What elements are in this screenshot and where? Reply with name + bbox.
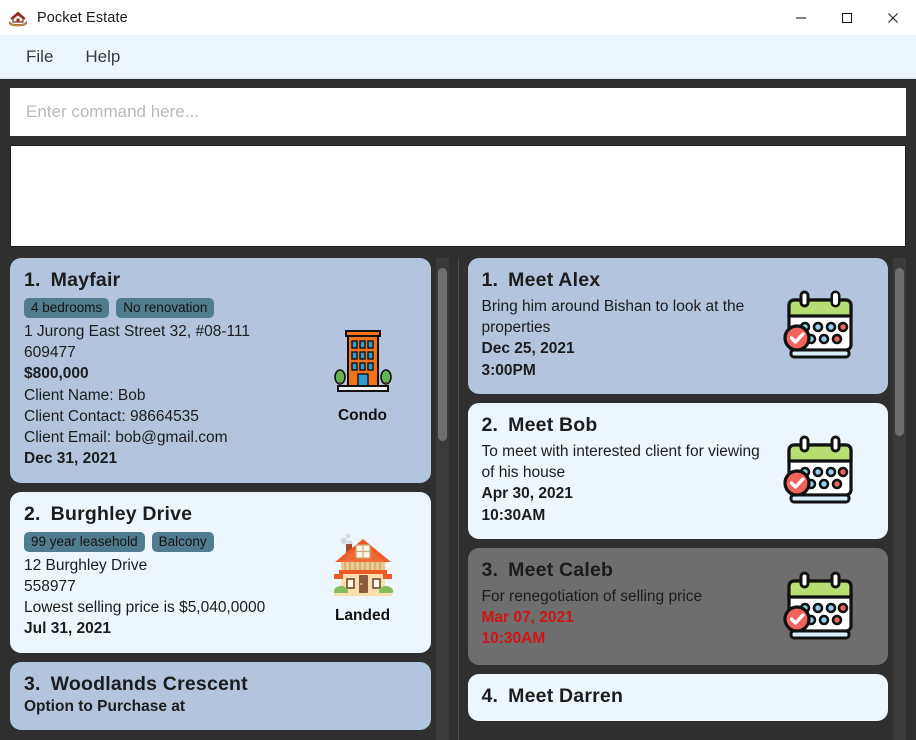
property-date: Dec 31, 2021 bbox=[24, 450, 118, 468]
menu-item-help[interactable]: Help bbox=[73, 43, 132, 71]
appointment-card-body: 2. Meet Bob To meet with interested clien… bbox=[482, 414, 767, 526]
property-title: 2. Burghley Drive bbox=[24, 503, 309, 526]
property-index: 1. bbox=[24, 269, 41, 291]
calendar-icon bbox=[777, 435, 863, 516]
appointment-title: 1. Meet Alex bbox=[482, 269, 767, 292]
property-card[interactable]: 2. Burghley Drive 99 year leasehold Balco… bbox=[10, 491, 431, 653]
property-index: 2. bbox=[24, 502, 41, 525]
menu-bar: File Help bbox=[0, 35, 916, 79]
property-card[interactable]: 1. Mayfair 4 bedrooms No renovation 1 Jur… bbox=[10, 258, 431, 483]
property-type-section: Condo bbox=[309, 269, 417, 470]
panels-container: 1. Mayfair 4 bedrooms No renovation 1 Jur… bbox=[10, 258, 906, 740]
appointments-scrollbar-thumb[interactable] bbox=[895, 267, 904, 437]
menu-item-file[interactable]: File bbox=[14, 43, 65, 71]
property-type-label: Condo bbox=[337, 407, 388, 425]
appointment-time: 10:30AM bbox=[481, 506, 546, 524]
appointment-title: 4. Meet Darren bbox=[482, 685, 875, 708]
minimize-button[interactable] bbox=[778, 0, 824, 35]
appointment-date: Mar 07, 2021 bbox=[481, 609, 574, 627]
property-tag: Balcony bbox=[151, 531, 214, 552]
property-title: 3. Woodlands Crescent bbox=[24, 673, 417, 696]
property-partial-line: Option to Purchase at bbox=[24, 697, 186, 715]
appointment-date: Apr 30, 2021 bbox=[481, 485, 573, 503]
property-tag-row: 99 year leasehold Balcony bbox=[24, 531, 309, 552]
property-card[interactable]: 3. Woodlands Crescent Option to Purchase … bbox=[10, 661, 431, 730]
appointment-time: 10:30AM bbox=[481, 630, 546, 648]
property-address-line2: 558977 bbox=[24, 577, 76, 595]
command-input[interactable] bbox=[10, 88, 906, 136]
appointment-index: 4. bbox=[481, 684, 499, 707]
property-date: Jul 31, 2021 bbox=[24, 620, 112, 638]
property-card-body: 1. Mayfair 4 bedrooms No renovation 1 Jur… bbox=[24, 269, 309, 470]
title-bar: Pocket Estate bbox=[0, 0, 916, 35]
appointment-index: 2. bbox=[481, 413, 499, 436]
appointment-index: 3. bbox=[481, 558, 499, 581]
property-name: Burghley Drive bbox=[50, 502, 193, 525]
window-title: Pocket Estate bbox=[37, 9, 128, 26]
appointment-index: 1. bbox=[481, 269, 499, 291]
condo-building-icon bbox=[332, 325, 394, 404]
property-name: Woodlands Crescent bbox=[50, 672, 248, 695]
property-title: 1. Mayfair bbox=[24, 269, 309, 292]
landed-house-icon bbox=[328, 529, 398, 604]
property-card-body: 3. Woodlands Crescent Option to Purchase … bbox=[24, 673, 417, 717]
appointment-card-body: 4. Meet Darren bbox=[482, 685, 875, 708]
calendar-icon bbox=[777, 290, 863, 371]
calendar-icon bbox=[777, 571, 863, 652]
property-address-line2: 609477 bbox=[24, 344, 76, 362]
property-name: Mayfair bbox=[50, 269, 121, 291]
appointment-description: To meet with interested client for viewi… bbox=[481, 442, 760, 482]
appointment-card-body: 3. Meet Caleb For renegotiation of sellin… bbox=[482, 559, 767, 652]
appointment-card[interactable]: 1. Meet Alex Bring him around Bishan to l… bbox=[467, 258, 888, 394]
appointment-card-list[interactable]: 1. Meet Alex Bring him around Bishan to l… bbox=[467, 258, 907, 740]
main-shell: 1. Mayfair 4 bedrooms No renovation 1 Jur… bbox=[0, 79, 916, 740]
property-tag: 99 year leasehold bbox=[24, 531, 145, 552]
property-card-list[interactable]: 1. Mayfair 4 bedrooms No renovation 1 Jur… bbox=[10, 258, 449, 740]
property-type-label: Landed bbox=[334, 607, 391, 625]
property-tag: No renovation bbox=[116, 298, 215, 318]
property-tag: 4 bedrooms bbox=[24, 298, 110, 318]
appointment-name: Meet Caleb bbox=[508, 558, 614, 581]
window-controls bbox=[778, 0, 916, 35]
appointment-name: Meet Alex bbox=[508, 269, 601, 291]
appointment-card[interactable]: 2. Meet Bob To meet with interested clien… bbox=[467, 402, 888, 539]
appointment-card[interactable]: 4. Meet Darren bbox=[467, 673, 888, 721]
property-index: 3. bbox=[24, 672, 41, 695]
appointment-title: 2. Meet Bob bbox=[482, 414, 767, 437]
appointments-scrollbar[interactable] bbox=[893, 258, 906, 740]
property-client-email: Client Email: bob@gmail.com bbox=[24, 429, 228, 447]
property-client-contact: Client Contact: 98664535 bbox=[24, 407, 199, 425]
appointment-name: Meet Darren bbox=[508, 684, 624, 707]
appointment-time: 3:00PM bbox=[481, 361, 536, 379]
appointments-panel: 1. Meet Alex Bring him around Bishan to l… bbox=[458, 258, 907, 740]
properties-scrollbar-thumb[interactable] bbox=[437, 267, 447, 442]
property-type-section: Landed bbox=[309, 503, 417, 640]
appointment-card-body: 1. Meet Alex Bring him around Bishan to l… bbox=[482, 269, 767, 381]
result-display-box bbox=[10, 145, 906, 247]
appointment-icon-section bbox=[766, 269, 874, 381]
appointment-icon-section bbox=[766, 559, 874, 652]
appointment-description: Bring him around Bishan to look at the p… bbox=[481, 298, 745, 337]
appointment-date: Dec 25, 2021 bbox=[481, 340, 575, 358]
appointment-card[interactable]: 3. Meet Caleb For renegotiation of sellin… bbox=[467, 547, 888, 665]
appointment-description: For renegotiation of selling price bbox=[481, 587, 703, 605]
property-card-body: 2. Burghley Drive 99 year leasehold Balco… bbox=[24, 503, 309, 640]
property-address-line1: 12 Burghley Drive bbox=[24, 556, 148, 574]
appointment-icon-section bbox=[766, 414, 874, 526]
maximize-button[interactable] bbox=[824, 0, 870, 35]
close-button[interactable] bbox=[870, 0, 916, 35]
property-tag-row: 4 bedrooms No renovation bbox=[24, 298, 309, 318]
property-client-name: Client Name: Bob bbox=[24, 386, 146, 404]
properties-scrollbar[interactable] bbox=[435, 258, 449, 740]
property-address-line1: 1 Jurong East Street 32, #08-111 bbox=[24, 323, 251, 340]
properties-panel: 1. Mayfair 4 bedrooms No renovation 1 Jur… bbox=[10, 258, 459, 740]
app-house-in-hand-icon bbox=[7, 7, 29, 29]
property-price: $800,000 bbox=[24, 365, 89, 383]
property-price: Lowest selling price is $5,040,0000 bbox=[24, 599, 266, 617]
appointment-name: Meet Bob bbox=[508, 413, 598, 436]
appointment-title: 3. Meet Caleb bbox=[482, 559, 767, 582]
